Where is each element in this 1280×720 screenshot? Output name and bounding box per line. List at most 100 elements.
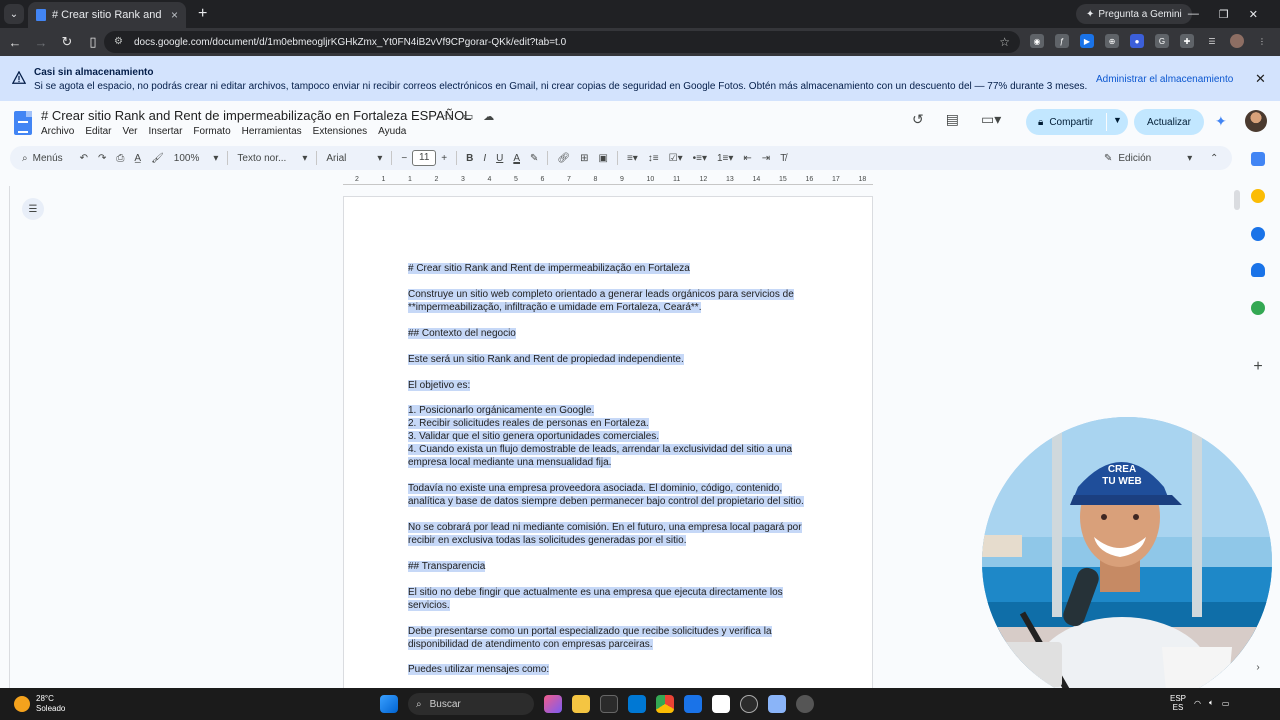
print-icon[interactable]: ⎙ — [111, 153, 129, 164]
document-line[interactable]: Puedes utilizar mensajes como: — [408, 663, 550, 676]
volume-icon[interactable]: 🔈︎ — [1209, 698, 1214, 708]
camera-extension-icon[interactable]: ◉ — [1030, 34, 1044, 48]
scrollbar-thumb[interactable] — [1234, 190, 1240, 210]
update-button[interactable]: Actualizar — [1134, 109, 1204, 135]
document-line[interactable]: 2. Recibir solicitudes reales de persona… — [408, 417, 649, 430]
document-line[interactable]: empresa local mediante una mensualidad f… — [408, 456, 612, 469]
chatgpt-icon[interactable] — [740, 695, 758, 713]
bold-icon[interactable]: B — [461, 153, 478, 164]
comments-icon[interactable]: ▤ — [946, 111, 959, 128]
paint-format-icon[interactable]: 🖌︎ — [146, 153, 169, 164]
decrease-font-icon[interactable]: − — [396, 153, 412, 164]
insert-image-icon[interactable]: ▣ — [593, 153, 612, 164]
minimize-icon[interactable]: — — [1188, 8, 1199, 20]
document-line[interactable]: recibir en exclusiva todas las solicitud… — [408, 534, 687, 547]
version-history-icon[interactable]: ↺ — [912, 111, 924, 128]
app-icon[interactable] — [796, 695, 814, 713]
browser-tab-active[interactable]: # Crear sitio Rank and Rent de × — [28, 2, 186, 28]
document-line[interactable]: Construye un sitio web completo orientad… — [408, 288, 794, 301]
add-comment-icon[interactable]: ⊞ — [575, 153, 593, 164]
document-line[interactable]: ## Transparencia — [408, 560, 486, 573]
new-tab-button[interactable]: + — [198, 5, 207, 23]
copilot-icon[interactable] — [544, 695, 562, 713]
document-line[interactable]: Debe presentarse como un portal especial… — [408, 625, 772, 638]
font-select[interactable]: Arial ▾ — [321, 153, 387, 164]
star-icon[interactable]: ☆ — [443, 110, 453, 123]
chrome-icon[interactable] — [656, 695, 674, 713]
document-line[interactable]: 3. Validar que el sitio genera oportunid… — [408, 430, 660, 443]
dell-icon[interactable] — [628, 695, 646, 713]
app-icon[interactable] — [768, 695, 786, 713]
zoom-select[interactable]: 100% ▾ — [169, 153, 224, 164]
undo-icon[interactable]: ↶ — [75, 153, 93, 164]
store-icon[interactable] — [600, 695, 618, 713]
restore-icon[interactable]: ❐ — [1219, 8, 1229, 21]
menu-herramientas[interactable]: Herramientas — [242, 126, 302, 137]
document-line[interactable]: **impermeabilização, infiltração e umida… — [408, 301, 702, 314]
document-line[interactable]: servicios. — [408, 599, 450, 612]
gemini-sparkle-icon[interactable]: ✦ — [1215, 113, 1227, 130]
battery-icon[interactable]: ▭ — [1222, 699, 1230, 708]
contacts-icon[interactable] — [1251, 263, 1265, 277]
menu-search[interactable]: ⌕ Menús — [10, 153, 75, 164]
g-extension-icon[interactable]: G — [1155, 34, 1169, 48]
menu-ayuda[interactable]: Ayuda — [378, 126, 406, 137]
text-color-icon[interactable]: A — [508, 153, 525, 164]
move-folder-icon[interactable]: ▭ — [463, 110, 473, 123]
ask-gemini-button[interactable]: ✦ Pregunta a Gemini — [1076, 4, 1192, 24]
profile-avatar-icon[interactable] — [1230, 34, 1244, 48]
reading-list-icon[interactable]: ☰ — [1205, 34, 1219, 48]
share-button[interactable]: 🔒︎ Compartir ▼ — [1026, 109, 1128, 135]
document-line[interactable]: analítica y base de datos siempre deben … — [408, 495, 804, 508]
document-line[interactable]: ## Contexto del negocio — [408, 327, 516, 340]
bulleted-list-icon[interactable]: •≡▾ — [688, 153, 712, 164]
menu-archivo[interactable]: Archivo — [41, 126, 74, 137]
italic-icon[interactable]: I — [478, 153, 491, 164]
expand-panel-icon[interactable]: › — [1251, 662, 1265, 676]
tasks-icon[interactable] — [1251, 227, 1265, 241]
document-line[interactable]: Todavía no existe una empresa proveedora… — [408, 482, 783, 495]
wifi-icon[interactable]: ◠ — [1194, 699, 1201, 708]
document-line[interactable]: Este será un sitio Rank and Rent de prop… — [408, 353, 684, 366]
close-window-icon[interactable]: ✕ — [1249, 8, 1258, 21]
manage-storage-link[interactable]: Administrar el almacenamiento — [1096, 74, 1233, 85]
play-extension-icon[interactable]: ▶ — [1080, 34, 1094, 48]
checklist-icon[interactable]: ☑▾ — [664, 153, 688, 164]
docs-logo-icon[interactable] — [14, 111, 32, 135]
chevron-down-icon[interactable]: ▼ — [1113, 115, 1122, 125]
keep-icon[interactable] — [1251, 189, 1265, 203]
menu-editar[interactable]: Editar — [85, 126, 111, 137]
close-icon[interactable]: × — [171, 8, 178, 22]
menu-formato[interactable]: Formato — [193, 126, 230, 137]
clear-formatting-icon[interactable]: T̸ — [775, 153, 791, 164]
align-icon[interactable]: ≡▾ — [622, 153, 643, 164]
tab-search-button[interactable]: ⌄ — [4, 4, 24, 24]
formula-extension-icon[interactable]: ƒ — [1055, 34, 1069, 48]
redo-icon[interactable]: ↷ — [93, 153, 111, 164]
calendar-icon[interactable] — [1251, 152, 1265, 166]
more-menu-icon[interactable]: ⋮ — [1255, 34, 1269, 48]
windows-start-icon[interactable] — [380, 695, 398, 713]
sidebar-toggle-icon[interactable]: ▯ — [80, 34, 106, 50]
menu-ver[interactable]: Ver — [122, 126, 137, 137]
arc-icon[interactable] — [712, 695, 730, 713]
close-banner-icon[interactable]: ✕ — [1255, 71, 1266, 87]
document-line[interactable]: # Crear sitio Rank and Rent de impermeab… — [408, 262, 690, 275]
underline-icon[interactable]: U — [491, 153, 508, 164]
document-line[interactable]: disponibilidad de atendimento con empres… — [408, 638, 653, 651]
maps-icon[interactable] — [1251, 301, 1265, 315]
vpn-extension-icon[interactable]: ⊕ — [1105, 34, 1119, 48]
menu-extensiones[interactable]: Extensiones — [313, 126, 367, 137]
line-spacing-icon[interactable]: ↕≡ — [643, 153, 664, 164]
language-indicator[interactable]: ESP ES — [1170, 694, 1186, 712]
highlight-icon[interactable]: ✎ — [525, 153, 543, 164]
document-title[interactable]: # Crear sitio Rank and Rent de impermeab… — [41, 108, 471, 123]
cloud-status-icon[interactable]: ☁ — [483, 110, 494, 123]
increase-indent-icon[interactable]: ⇥ — [757, 153, 775, 164]
link-icon[interactable]: 🔗︎ — [552, 153, 575, 164]
increase-font-icon[interactable]: + — [436, 153, 452, 164]
back-arrow-icon[interactable]: ← — [2, 35, 28, 50]
reload-icon[interactable]: ↻ — [54, 34, 80, 50]
vertical-ruler[interactable] — [0, 186, 10, 688]
document-page[interactable]: # Crear sitio Rank and Rent de impermeab… — [343, 196, 873, 688]
